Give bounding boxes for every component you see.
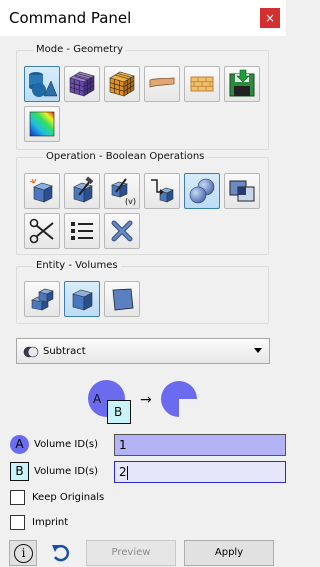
op-delete-button[interactable] — [104, 213, 140, 249]
subtract-diagram: A B → — [88, 378, 200, 428]
mode-mesh-button[interactable] — [64, 66, 100, 102]
apply-button[interactable]: Apply — [184, 540, 274, 566]
keep-originals-row: Keep Originals — [10, 490, 210, 506]
volume-cube-icon — [72, 289, 93, 311]
info-icon: i — [14, 544, 33, 563]
entity-volume-button[interactable] — [64, 281, 100, 317]
save-disk-icon — [229, 69, 255, 97]
volume-a-row: A Volume ID(s) 1 — [10, 434, 286, 456]
modify-volume-v-icon: (v) — [111, 178, 136, 206]
boundary-plank-icon — [149, 77, 175, 88]
close-button[interactable]: × — [260, 8, 280, 28]
badge-b-letter: B — [15, 464, 24, 478]
diagram-square-b: B — [107, 400, 131, 424]
volume-b-value: 2 — [119, 465, 127, 479]
info-button[interactable]: i — [9, 540, 37, 566]
chevron-down-icon — [254, 348, 262, 353]
badge-b: B — [10, 462, 29, 481]
close-icon: × — [264, 11, 276, 25]
volume-a-value: 1 — [119, 438, 127, 452]
mode-brick-button[interactable] — [184, 66, 220, 102]
entity-group-title: Entity - Volumes — [33, 260, 121, 271]
title-bar: Command Panel × — [0, 0, 286, 36]
window-title: Command Panel — [9, 9, 132, 27]
op-cut-button[interactable] — [24, 213, 60, 249]
reset-icon[interactable] — [50, 542, 72, 564]
delete-x-icon — [111, 220, 133, 242]
text-caret — [126, 465, 128, 480]
mode-boundary-button[interactable] — [144, 66, 180, 102]
overlap-squares-icon — [229, 180, 255, 202]
volume-b-row: B Volume ID(s) 2 — [10, 461, 286, 483]
volume-face-icon — [112, 288, 134, 311]
op-transform-button[interactable] — [144, 173, 180, 209]
operation-group-title: Operation - Boolean Operations — [43, 151, 208, 162]
badge-a: A — [10, 435, 29, 454]
boolean-spheres-icon — [189, 178, 215, 204]
entity-face-button[interactable] — [104, 281, 140, 317]
op-modify-button[interactable] — [64, 173, 100, 209]
arrow-right-icon: → — [140, 392, 152, 408]
preview-label: Preview — [111, 547, 151, 558]
list-icon — [71, 222, 93, 240]
op-modify-v-button[interactable]: (v) — [104, 173, 140, 209]
geometry-shapes-icon — [29, 72, 58, 97]
mode-colormap-button[interactable] — [24, 106, 60, 142]
mode-geometry-button[interactable] — [24, 66, 60, 102]
imprint-row: Imprint — [10, 515, 210, 531]
imprint-label: Imprint — [32, 517, 69, 528]
operation-select-value: Subtract — [43, 346, 86, 357]
keep-originals-label: Keep Originals — [32, 492, 105, 503]
volume-stack-icon — [31, 288, 54, 311]
badge-a-letter: A — [15, 437, 24, 451]
volume-b-label: Volume ID(s) — [34, 466, 99, 477]
brick-wall-icon — [190, 76, 214, 92]
transform-volume-icon — [151, 179, 174, 203]
op-overlap-button[interactable] — [224, 173, 260, 209]
mesh-cube-orange-icon — [109, 71, 135, 97]
keep-originals-checkbox[interactable] — [10, 490, 25, 505]
mode-mesh-orange-button[interactable] — [104, 66, 140, 102]
diagram-result-shape — [161, 381, 197, 417]
subtract-circles-icon — [23, 346, 39, 358]
entity-stack-button[interactable] — [24, 281, 60, 317]
color-gradient-icon — [29, 111, 55, 137]
volume-a-input[interactable]: 1 — [114, 434, 286, 456]
mesh-cube-icon — [69, 71, 95, 97]
create-volume-icon — [29, 178, 53, 203]
op-boolean-button[interactable] — [184, 173, 220, 209]
operation-select[interactable]: Subtract — [16, 338, 270, 364]
op-list-button[interactable] — [64, 213, 100, 249]
apply-label: Apply — [214, 547, 244, 558]
volume-b-input[interactable]: 2 — [114, 461, 286, 483]
preview-button[interactable]: Preview — [86, 540, 176, 566]
scissors-icon — [29, 218, 54, 244]
diagram-b-letter: B — [114, 405, 123, 419]
diagram-a-letter: A — [93, 392, 102, 406]
mode-group-title: Mode - Geometry — [33, 44, 127, 55]
info-glyph: i — [21, 546, 26, 560]
op-create-button[interactable] — [24, 173, 60, 209]
svg-text:(v): (v) — [125, 197, 136, 206]
mode-save-button[interactable] — [224, 66, 260, 102]
modify-volume-icon — [73, 176, 94, 203]
volume-a-label: Volume ID(s) — [34, 439, 99, 450]
imprint-checkbox[interactable] — [10, 515, 25, 530]
